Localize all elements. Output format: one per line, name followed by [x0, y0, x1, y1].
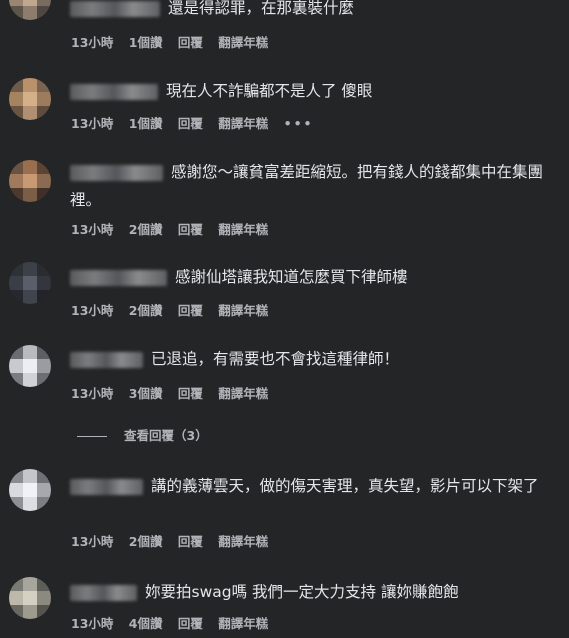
- like-count[interactable]: 2個讚: [129, 222, 163, 237]
- view-replies-link[interactable]: 查看回覆（3）: [77, 425, 208, 444]
- comment-actions: 13小時 4個讚 回覆 翻譯年糕: [71, 613, 279, 632]
- reply-button[interactable]: 回覆: [178, 116, 203, 131]
- like-count[interactable]: 2個讚: [129, 303, 163, 318]
- comment-actions: 13小時 3個讚 回覆 翻譯年糕: [71, 383, 279, 402]
- comment-actions: 13小時 1個讚 回覆 翻譯年糕: [71, 32, 279, 51]
- timestamp[interactable]: 13小時: [71, 534, 113, 549]
- comment-text: 還是得認罪，在那裏裝什麼: [168, 0, 355, 17]
- avatar[interactable]: [9, 262, 51, 304]
- divider-line: [77, 436, 107, 437]
- author-name[interactable]: [70, 164, 163, 181]
- comment-body: 現在人不詐騙都不是人了 傻眼: [70, 77, 560, 105]
- comment-text: 妳要拍swag嗎 我們一定大力支持 讓妳賺飽飽: [145, 583, 459, 601]
- timestamp[interactable]: 13小時: [71, 116, 113, 131]
- comment-actions: 13小時 2個讚 回覆 翻譯年糕: [71, 300, 279, 319]
- avatar[interactable]: [9, 469, 51, 511]
- author-name[interactable]: [70, 478, 143, 495]
- comment-body: 還是得認罪，在那裏裝什麼: [70, 0, 560, 22]
- comment-actions: 13小時 1個讚 回覆 翻譯年糕 •••: [71, 113, 325, 132]
- translate-button[interactable]: 翻譯年糕: [218, 303, 268, 318]
- reply-button[interactable]: 回覆: [178, 35, 203, 50]
- author-name[interactable]: [70, 0, 160, 17]
- comment-actions: 13小時 2個讚 回覆 翻譯年糕: [71, 219, 279, 238]
- comment-body: 已退追，有需要也不會找這種律師！: [70, 345, 560, 373]
- comment-text: 講的義薄雲天，做的傷天害理，真失望，影片可以下架了: [151, 477, 539, 495]
- translate-button[interactable]: 翻譯年糕: [218, 616, 268, 631]
- reply-button[interactable]: 回覆: [178, 616, 203, 631]
- timestamp[interactable]: 13小時: [71, 386, 113, 401]
- reply-button[interactable]: 回覆: [178, 534, 203, 549]
- reply-button[interactable]: 回覆: [178, 222, 203, 237]
- timestamp[interactable]: 13小時: [71, 222, 113, 237]
- like-count[interactable]: 1個讚: [129, 35, 163, 50]
- comment-text: 感謝仙塔讓我知道怎麼買下律師樓: [175, 268, 408, 286]
- more-options-icon[interactable]: •••: [284, 116, 314, 131]
- comment-text: 現在人不詐騙都不是人了 傻眼: [166, 82, 373, 100]
- avatar[interactable]: [9, 160, 51, 202]
- avatar[interactable]: [9, 0, 51, 20]
- translate-button[interactable]: 翻譯年糕: [218, 35, 268, 50]
- translate-button[interactable]: 翻譯年糕: [218, 222, 268, 237]
- translate-button[interactable]: 翻譯年糕: [218, 386, 268, 401]
- like-count[interactable]: 3個讚: [129, 386, 163, 401]
- avatar[interactable]: [9, 345, 51, 387]
- comment-body: 講的義薄雲天，做的傷天害理，真失望，影片可以下架了: [70, 472, 560, 500]
- like-count[interactable]: 2個讚: [129, 534, 163, 549]
- author-name[interactable]: [70, 83, 158, 100]
- author-name[interactable]: [70, 584, 137, 601]
- like-count[interactable]: 4個讚: [129, 616, 163, 631]
- comment-text: 已退追，有需要也不會找這種律師！: [151, 350, 400, 368]
- timestamp[interactable]: 13小時: [71, 35, 113, 50]
- translate-button[interactable]: 翻譯年糕: [218, 534, 268, 549]
- comment-body: 感謝仙塔讓我知道怎麼買下律師樓: [70, 263, 560, 291]
- comment-body: 感謝您～讓貧富差距縮短。把有錢人的錢都集中在集團裡。: [70, 158, 560, 214]
- timestamp[interactable]: 13小時: [71, 303, 113, 318]
- comment-actions: 13小時 2個讚 回覆 翻譯年糕: [71, 531, 279, 550]
- comment-body: 妳要拍swag嗎 我們一定大力支持 讓妳賺飽飽: [70, 578, 560, 606]
- reply-button[interactable]: 回覆: [178, 386, 203, 401]
- avatar[interactable]: [9, 577, 51, 619]
- timestamp[interactable]: 13小時: [71, 616, 113, 631]
- translate-button[interactable]: 翻譯年糕: [218, 116, 268, 131]
- author-name[interactable]: [70, 269, 167, 286]
- avatar[interactable]: [9, 78, 51, 120]
- like-count[interactable]: 1個讚: [129, 116, 163, 131]
- author-name[interactable]: [70, 351, 143, 368]
- view-replies-label[interactable]: 查看回覆（3）: [124, 428, 208, 443]
- reply-button[interactable]: 回覆: [178, 303, 203, 318]
